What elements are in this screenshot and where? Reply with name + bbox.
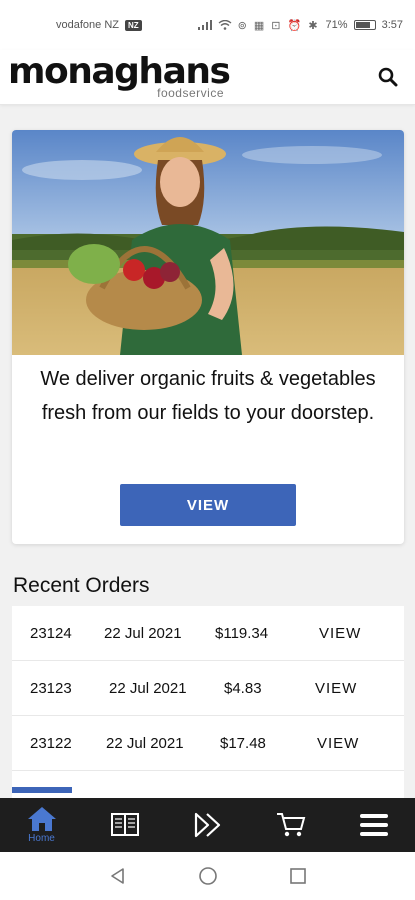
- status-bar: vodafone NZ NZ ⊚ ▦ ⊡ ⏰ ✱ 71% 3:57: [0, 0, 415, 50]
- hero-image: [12, 130, 404, 355]
- hero-view-button[interactable]: VIEW: [120, 484, 296, 526]
- order-total: $4.83: [224, 680, 262, 697]
- search-button[interactable]: [375, 64, 401, 90]
- nav-quick-order[interactable]: [166, 798, 249, 852]
- app-header: monaghans foodservice: [0, 50, 415, 105]
- home-icon: [27, 807, 56, 831]
- row-highlight-marker: [12, 787, 72, 793]
- menu-icon: [359, 814, 388, 836]
- home-system-button[interactable]: [197, 865, 219, 887]
- bottom-nav: Home: [0, 798, 415, 852]
- order-total: $119.34: [215, 625, 269, 642]
- battery-icon: [353, 20, 376, 30]
- network-badge: NZ: [124, 19, 142, 31]
- signal-icon: [197, 20, 212, 30]
- order-view-button[interactable]: VIEW: [317, 735, 359, 752]
- status-left: vodafone NZ NZ: [56, 19, 142, 31]
- system-nav: [0, 852, 415, 900]
- order-total: $17.48: [220, 735, 266, 752]
- back-button[interactable]: [107, 865, 129, 887]
- catalog-book-icon: [110, 813, 139, 836]
- cart-icon: [276, 813, 305, 837]
- order-row[interactable]: 23122 22 Jul 2021 $17.48 VIEW: [12, 716, 404, 771]
- order-date: 22 Jul 2021: [104, 625, 182, 642]
- order-row-partial[interactable]: [12, 771, 404, 798]
- wifi-icon: [218, 20, 232, 30]
- status-right: ⊚ ▦ ⊡ ⏰ ✱ 71% 3:57: [197, 19, 403, 32]
- status-icons: ⊚ ▦ ⊡ ⏰ ✱: [237, 19, 320, 32]
- fast-forward-icon: [194, 812, 220, 838]
- nav-cart[interactable]: [249, 798, 332, 852]
- order-id: 23123: [30, 680, 72, 697]
- hero-card: We deliver organic fruits & vegetables f…: [12, 130, 404, 544]
- nav-catalog[interactable]: [83, 798, 166, 852]
- order-row[interactable]: 23124 22 Jul 2021 $119.34 VIEW: [12, 606, 404, 661]
- order-row[interactable]: 23123 22 Jul 2021 $4.83 VIEW: [12, 661, 404, 716]
- back-triangle-icon: [110, 868, 124, 884]
- logo-sub-text: foodservice: [157, 86, 224, 100]
- order-id: 23122: [30, 735, 72, 752]
- nav-home[interactable]: Home: [0, 798, 83, 852]
- recents-square-icon: [289, 868, 306, 884]
- recent-orders-title: Recent Orders: [13, 574, 150, 597]
- brand-logo[interactable]: monaghans foodservice: [8, 52, 231, 102]
- hero-text: We deliver organic fruits & vegetables f…: [40, 368, 376, 424]
- nav-home-label: Home: [28, 833, 55, 844]
- home-circle-icon: [198, 867, 217, 885]
- recents-button[interactable]: [287, 865, 309, 887]
- search-icon: [378, 67, 398, 87]
- carrier-label: vodafone NZ: [56, 19, 119, 31]
- order-id: 23124: [30, 625, 72, 642]
- order-date: 22 Jul 2021: [109, 680, 187, 697]
- order-date: 22 Jul 2021: [106, 735, 184, 752]
- order-view-button[interactable]: VIEW: [319, 625, 361, 642]
- nav-menu[interactable]: [332, 798, 415, 852]
- order-view-button[interactable]: VIEW: [315, 680, 357, 697]
- battery-percent: 71%: [325, 19, 348, 31]
- clock: 3:57: [381, 19, 403, 31]
- orders-list: 23124 22 Jul 2021 $119.34 VIEW 23123 22 …: [12, 606, 404, 798]
